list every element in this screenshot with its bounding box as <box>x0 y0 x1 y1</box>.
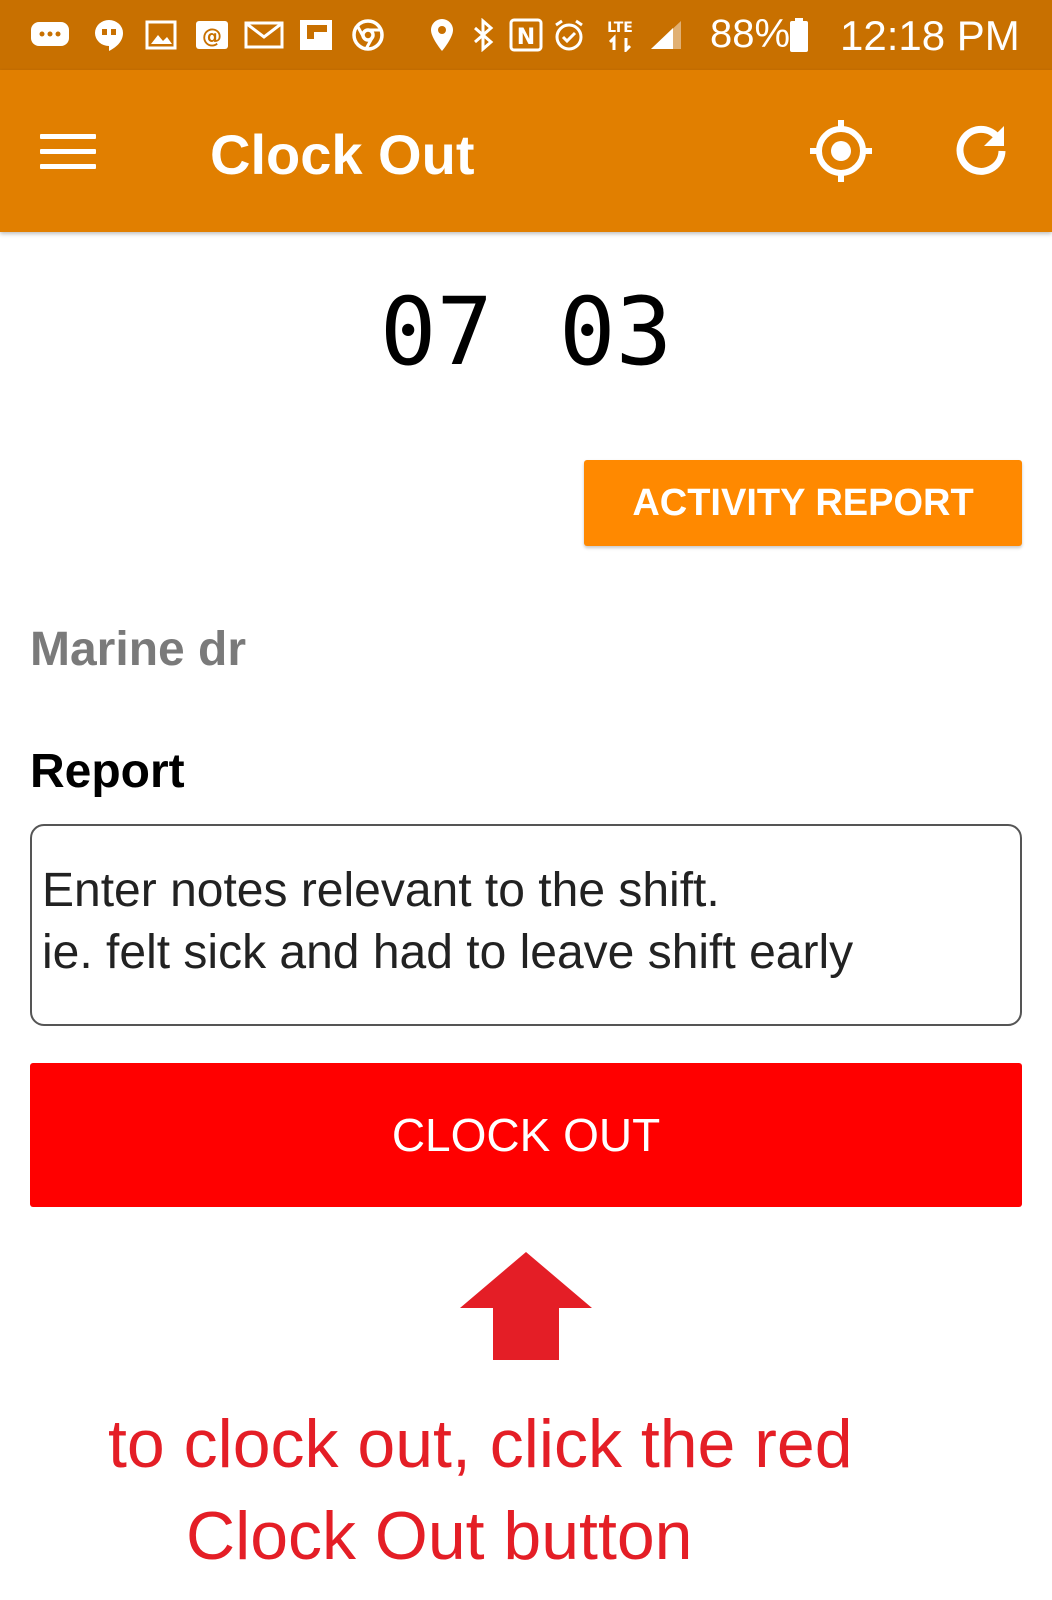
signal-icon <box>648 18 684 52</box>
bluetooth-icon <box>470 18 496 52</box>
status-bar: @ N LTE 88% 12:18 PM <box>0 0 1052 70</box>
location-target-icon[interactable] <box>808 118 874 184</box>
timer-minutes: 03 <box>559 278 673 387</box>
menu-icon[interactable] <box>40 132 98 172</box>
alarm-icon <box>552 18 586 52</box>
svg-text:N: N <box>517 25 535 50</box>
app-bar: Clock Out <box>0 70 1052 232</box>
status-time: 12:18 PM <box>840 12 1020 59</box>
email-icon: @ <box>194 18 230 52</box>
clock-out-button[interactable]: CLOCK OUT <box>30 1063 1022 1207</box>
hangouts-icon <box>92 18 126 52</box>
battery-percentage: 88% <box>710 12 791 56</box>
messages-icon <box>30 18 70 52</box>
hint-line-1: to clock out, click the red <box>108 1406 853 1482</box>
activity-report-button[interactable]: ACTIVITY REPORT <box>584 460 1022 546</box>
lte-icon: LTE <box>600 18 640 52</box>
refresh-icon[interactable] <box>952 122 1010 180</box>
lte-label: LTE <box>607 20 633 36</box>
elapsed-timer: 07 03 <box>0 278 1052 387</box>
report-notes-field[interactable]: Enter notes relevant to the shift. ie. f… <box>30 824 1022 1026</box>
timer-hours: 07 <box>379 278 493 387</box>
up-arrow-icon <box>458 1250 594 1362</box>
hint-line-2: Clock Out button <box>186 1498 693 1574</box>
gmail-icon <box>244 18 284 52</box>
battery-icon <box>788 18 810 52</box>
chrome-icon <box>350 18 386 52</box>
page-title: Clock Out <box>210 123 475 186</box>
svg-text:@: @ <box>202 24 222 48</box>
location-name: Marine dr <box>30 623 247 676</box>
report-label: Report <box>30 745 185 798</box>
location-pin-icon <box>428 18 456 52</box>
flipboard-icon <box>298 18 334 52</box>
gallery-icon <box>144 18 178 52</box>
nfc-icon: N <box>508 18 544 52</box>
